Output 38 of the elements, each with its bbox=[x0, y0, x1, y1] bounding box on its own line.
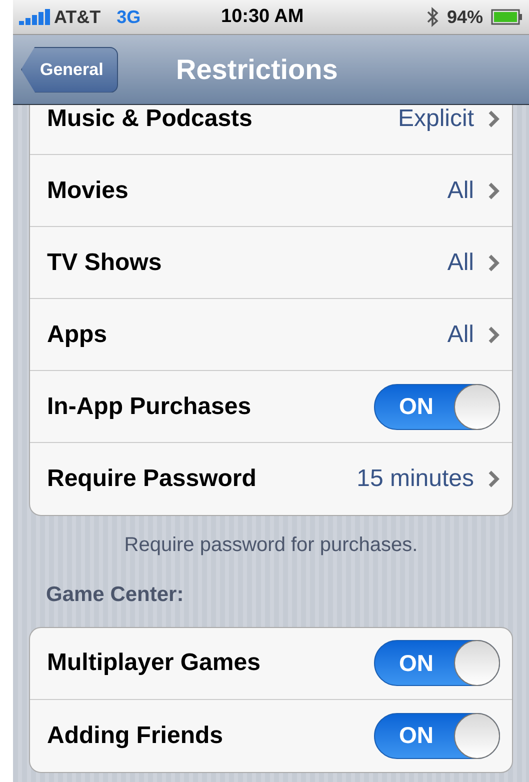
battery-icon bbox=[491, 9, 523, 25]
toggle-switch[interactable]: ON bbox=[374, 384, 500, 430]
carrier-text: AT&T bbox=[54, 6, 101, 28]
section-header: Game Center: bbox=[46, 582, 185, 608]
toggle-switch[interactable]: ON bbox=[374, 712, 500, 758]
switch-label: ON bbox=[399, 392, 434, 422]
row-value: Explicit bbox=[398, 106, 474, 130]
switch-thumb bbox=[454, 384, 500, 430]
row-value: 15 minutes bbox=[356, 467, 474, 491]
battery-percent: 94% bbox=[446, 6, 483, 28]
row-label: Require Password bbox=[47, 467, 256, 491]
switch-thumb bbox=[454, 712, 500, 758]
row-label: Adding Friends bbox=[47, 724, 223, 748]
chevron-icon bbox=[488, 110, 500, 128]
network-text: 3G bbox=[116, 6, 141, 28]
switch-thumb bbox=[454, 640, 500, 686]
section-footer: Require password for purchases. bbox=[124, 530, 418, 560]
row-value: All bbox=[447, 322, 474, 346]
clock-text: 10:30 AM bbox=[221, 4, 304, 29]
switch-label: ON bbox=[399, 648, 434, 678]
back-button[interactable]: General bbox=[21, 46, 118, 92]
nav-title: Restrictions bbox=[176, 52, 338, 86]
row-label: In-App Purchases bbox=[47, 394, 252, 418]
switch-label: ON bbox=[399, 721, 434, 750]
chevron-icon bbox=[488, 470, 500, 488]
chevron-icon bbox=[488, 254, 500, 272]
signal-icon bbox=[19, 9, 51, 25]
row-label: Movies bbox=[47, 178, 128, 202]
row-value: All bbox=[447, 250, 474, 274]
row-label: Apps bbox=[47, 322, 107, 346]
row-value: All bbox=[447, 178, 474, 202]
chevron-icon bbox=[488, 182, 500, 200]
row-label: Music & Podcasts bbox=[47, 106, 252, 130]
chevron-icon bbox=[488, 326, 500, 344]
row-label: Multiplayer Games bbox=[47, 651, 260, 675]
row-label: TV Shows bbox=[47, 250, 162, 274]
bluetooth-icon bbox=[426, 7, 439, 27]
toggle-switch[interactable]: ON bbox=[374, 640, 500, 686]
